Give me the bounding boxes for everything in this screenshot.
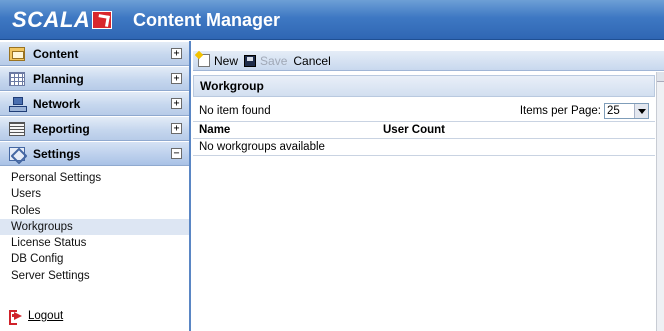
empty-table-message: No workgroups available (193, 139, 655, 156)
logout-link[interactable]: Logout (9, 309, 63, 325)
settings-icon (9, 146, 25, 161)
brand-mark-icon (92, 11, 113, 29)
sidebar-item-personal-settings[interactable]: Personal Settings (0, 170, 189, 186)
sidebar-section-content[interactable]: Content + (0, 41, 189, 66)
expand-toggle-icon[interactable]: + (171, 48, 182, 59)
new-document-icon (198, 54, 210, 67)
sidebar: Content + Planning + Network + Reporting… (0, 41, 191, 331)
save-button-label: Save (260, 53, 288, 68)
sidebar-item-db-config[interactable]: DB Config (0, 251, 189, 267)
sidebar-section-planning[interactable]: Planning + (0, 66, 189, 91)
logout-icon[interactable] (9, 309, 23, 325)
sidebar-section-label: Planning (33, 71, 84, 86)
items-per-page-value: 25 (607, 105, 620, 117)
sidebar-section-label: Network (33, 96, 81, 111)
sidebar-item-server-settings[interactable]: Server Settings (0, 268, 189, 284)
sidebar-section-reporting[interactable]: Reporting + (0, 116, 189, 141)
brand-name: SCALA (12, 7, 91, 32)
calendar-icon (9, 71, 25, 86)
cancel-button-label: Cancel (293, 53, 331, 68)
items-per-page-label: Items per Page: (519, 105, 601, 117)
new-button-label: New (214, 53, 239, 68)
sidebar-section-settings[interactable]: Settings − (0, 141, 189, 166)
logout-label[interactable]: Logout (28, 310, 63, 322)
column-header-name[interactable]: Name (199, 124, 230, 136)
new-button[interactable]: New (198, 54, 238, 68)
sidebar-section-label: Content (33, 46, 79, 61)
column-header-user-count[interactable]: User Count (383, 124, 445, 136)
sidebar-item-workgroups[interactable]: Workgroups (0, 218, 189, 236)
items-per-page-select[interactable]: 25 (604, 103, 649, 119)
dropdown-arrow-icon[interactable] (634, 104, 648, 118)
scala-logo: SCALA (12, 7, 113, 33)
expand-toggle-icon[interactable]: + (171, 98, 182, 109)
expand-toggle-icon[interactable]: + (171, 123, 182, 134)
sidebar-section-network[interactable]: Network + (0, 91, 189, 116)
settings-submenu: Personal Settings Users Roles Workgroups… (0, 166, 189, 284)
sidebar-item-license-status[interactable]: License Status (0, 235, 189, 251)
collapse-toggle-icon[interactable]: − (171, 148, 182, 159)
sidebar-section-label: Reporting (33, 121, 90, 136)
save-button[interactable]: Save (244, 54, 287, 68)
items-per-page: Items per Page: 25 (520, 103, 649, 119)
sidebar-item-users[interactable]: Users (0, 186, 189, 202)
app-title: Content Manager (133, 10, 281, 30)
sidebar-item-roles[interactable]: Roles (0, 203, 189, 219)
status-text: No item found (199, 105, 271, 117)
report-icon (9, 121, 25, 136)
panel-title: Workgroup (193, 75, 655, 97)
scroll-up-icon[interactable] (657, 72, 664, 82)
vertical-scrollbar[interactable] (656, 72, 664, 331)
sidebar-section-label: Settings (33, 146, 81, 161)
folder-icon (9, 46, 25, 61)
toolbar: New Save Cancel (193, 51, 664, 71)
floppy-disk-icon (244, 54, 257, 67)
table-header: Name User Count (193, 123, 655, 139)
cancel-button[interactable]: Cancel (293, 54, 330, 68)
network-icon (9, 96, 27, 112)
list-info-bar: No item found Items per Page: 25 (193, 101, 655, 122)
app-header: SCALA Content Manager (0, 0, 664, 40)
expand-toggle-icon[interactable]: + (171, 73, 182, 84)
